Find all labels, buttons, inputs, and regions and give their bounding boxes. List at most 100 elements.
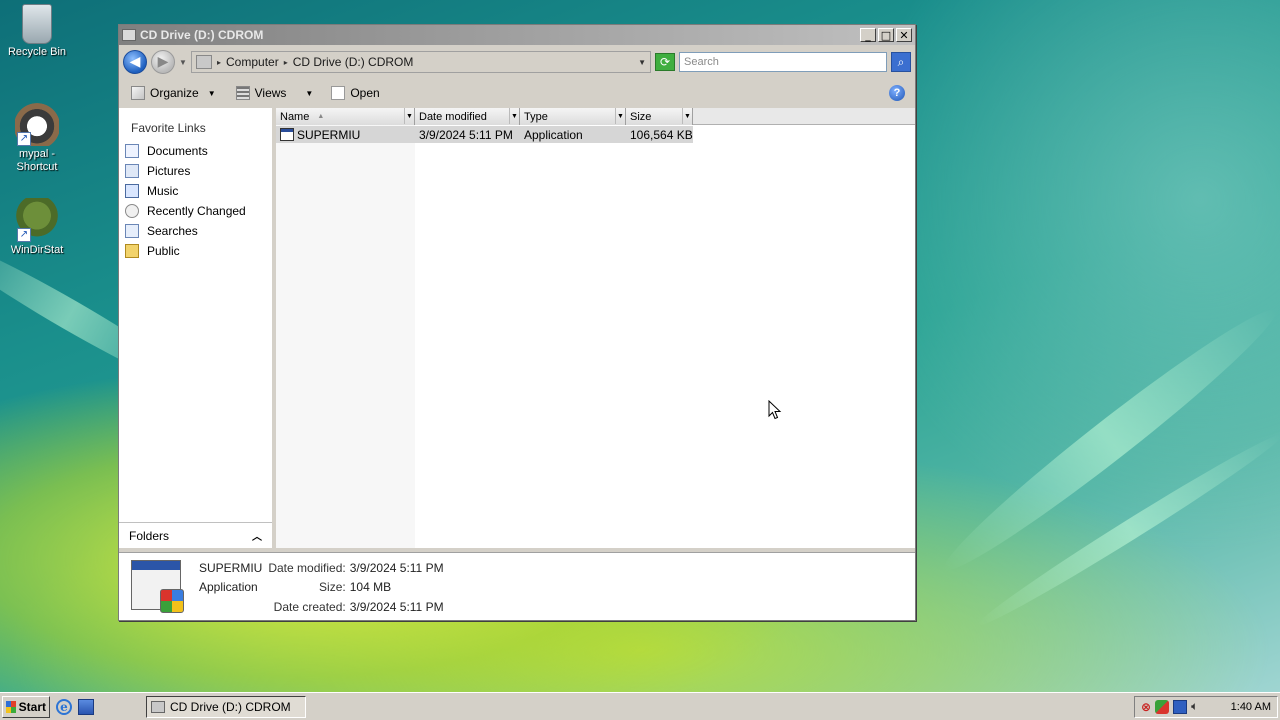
searches-icon [125, 224, 139, 238]
back-button[interactable]: ◀ [123, 50, 147, 74]
nav-item-label: Searches [147, 224, 198, 238]
recent-pages-dropdown[interactable]: ▼ [179, 58, 187, 67]
organize-label: Organize [150, 86, 199, 100]
taskbar-button-label: CD Drive (D:) CDROM [170, 699, 291, 714]
application-icon [280, 128, 294, 141]
start-button[interactable]: Start [2, 695, 50, 718]
show-desktop-icon[interactable] [78, 698, 94, 715]
search-button[interactable]: ⌕ [891, 52, 911, 72]
cd-drive-icon [122, 29, 136, 41]
details-size-value: 104 MB [349, 580, 392, 595]
raccoon-icon: ↗ [15, 102, 59, 146]
nav-item-music[interactable]: Music [119, 181, 272, 201]
error-icon[interactable]: ⊗ [1141, 700, 1151, 714]
chevron-up-icon: ︿ [252, 532, 262, 543]
nav-item-recently-changed[interactable]: Recently Changed [119, 201, 272, 221]
column-header-size[interactable]: Size ▼ [626, 108, 693, 125]
forward-button[interactable]: ▶ [151, 50, 175, 74]
taskbar-button-cd-drive[interactable]: CD Drive (D:) CDROM [146, 695, 306, 718]
nav-item-label: Recently Changed [147, 204, 246, 218]
details-date-modified-value: 3/9/2024 5:11 PM [349, 561, 444, 575]
file-row[interactable]: SUPERMIU 3/9/2024 5:11 PM Application 10… [276, 126, 693, 143]
clock[interactable]: 1:40 AM [1231, 701, 1271, 713]
refresh-button[interactable]: ⟳ [655, 53, 675, 71]
close-button[interactable]: ✕ [896, 28, 912, 42]
forward-arrow-icon: ▶ [157, 54, 169, 70]
file-name: SUPERMIU [297, 127, 361, 142]
breadcrumb-computer[interactable]: Computer [226, 55, 279, 69]
search-icon: ⌕ [897, 54, 905, 69]
desktop-icon-label: mypal - Shortcut [16, 148, 58, 173]
windows-logo-icon [6, 700, 16, 713]
column-filter-dropdown[interactable]: ▼ [615, 108, 625, 124]
chevron-right-icon[interactable]: ▸ [217, 58, 221, 67]
open-button[interactable]: Open [327, 84, 383, 102]
nav-item-documents[interactable]: Documents [119, 141, 272, 161]
document-icon [331, 86, 346, 100]
back-arrow-icon: ◀ [129, 54, 141, 70]
column-header-date-modified[interactable]: Date modified ▼ [415, 108, 520, 125]
address-dropdown-icon[interactable]: ▼ [638, 58, 646, 67]
details-size-label: Size: [319, 580, 346, 595]
search-input[interactable] [679, 52, 887, 72]
nav-item-pictures[interactable]: Pictures [119, 161, 272, 181]
details-file-type: Application [199, 580, 258, 594]
views-icon [235, 86, 250, 100]
cd-drive-icon [151, 700, 165, 713]
views-label: Views [254, 86, 287, 100]
chevron-down-icon: ▼ [305, 88, 314, 98]
favorite-links-header: Favorite Links [131, 121, 206, 135]
desktop-icon-mypal-shortcut[interactable]: ↗ mypal - Shortcut [0, 102, 74, 174]
desktop-icon-label: WinDirStat [10, 244, 64, 256]
navigation-pane: Favorite Links Documents Pictures Music … [119, 108, 276, 548]
desktop-icon-windirstat[interactable]: ↗ WinDirStat [0, 198, 74, 256]
folders-toggle[interactable]: Folders ︿ [119, 522, 272, 548]
tree-icon: ↗ [15, 198, 59, 242]
title-bar[interactable]: CD Drive (D:) CDROM _ □ ✕ [119, 25, 915, 45]
desktop-icon-recycle-bin[interactable]: Recycle Bin [0, 4, 74, 58]
pictures-icon [125, 164, 139, 178]
file-type: Application [524, 127, 583, 142]
mouse-cursor-icon [768, 400, 782, 420]
nav-item-searches[interactable]: Searches [119, 221, 272, 241]
minimize-button[interactable]: _ [860, 28, 876, 42]
organize-icon [131, 86, 145, 100]
nav-item-public[interactable]: Public [119, 241, 272, 261]
internet-explorer-icon[interactable]: e [56, 698, 72, 715]
address-bar[interactable]: ▸ Computer ▸ CD Drive (D:) CDROM ▼ [191, 51, 651, 73]
taskbar: Start e CD Drive (D:) CDROM ⊗ 🔈︎ 1:40 AM [0, 692, 1280, 720]
column-filter-dropdown[interactable]: ▼ [404, 108, 414, 124]
nav-item-label: Pictures [147, 164, 191, 178]
window-title: CD Drive (D:) CDROM [140, 28, 264, 42]
computer-icon [196, 55, 212, 69]
security-shield-icon[interactable] [1155, 699, 1170, 714]
folders-label: Folders [129, 528, 170, 543]
network-icon[interactable] [1173, 699, 1188, 714]
volume-icon[interactable]: 🔈︎ [1191, 699, 1198, 714]
chevron-down-icon: ▼ [207, 88, 216, 98]
details-date-created-label: Date created: [273, 599, 346, 614]
address-bar-row: ◀ ▶ ▼ ▸ Computer ▸ CD Drive (D:) CDROM ▼… [119, 45, 915, 79]
system-tray: ⊗ 🔈︎ 1:40 AM [1134, 695, 1278, 718]
views-button[interactable]: Views ▼ [232, 84, 318, 102]
details-date-created-value: 3/9/2024 5:11 PM [349, 599, 444, 614]
column-header-name[interactable]: Name ▲ ▼ [276, 108, 415, 125]
window-body: Favorite Links Documents Pictures Music … [119, 108, 915, 548]
column-filter-dropdown[interactable]: ▼ [682, 108, 692, 124]
open-label: Open [350, 86, 380, 100]
application-large-icon [131, 560, 184, 613]
organize-button[interactable]: Organize ▼ [127, 84, 220, 102]
recently-changed-icon [125, 204, 139, 218]
file-list[interactable]: Name ▲ ▼ Date modified ▼ Type ▼ Size ▼ S… [276, 108, 915, 548]
chevron-right-icon[interactable]: ▸ [284, 58, 288, 67]
details-file-name: SUPERMIU [199, 561, 263, 575]
recycle-bin-icon [22, 4, 52, 44]
details-pane: SUPERMIU Application Date modified: 3/9/… [119, 552, 915, 620]
breadcrumb-cd-drive[interactable]: CD Drive (D:) CDROM [293, 55, 414, 69]
column-header-type[interactable]: Type ▼ [520, 108, 626, 125]
shortcut-arrow-icon: ↗ [17, 132, 31, 146]
maximize-button[interactable]: □ [878, 28, 894, 42]
help-button[interactable]: ? [889, 85, 905, 101]
sort-ascending-icon: ▲ [317, 113, 325, 120]
column-filter-dropdown[interactable]: ▼ [509, 108, 519, 124]
